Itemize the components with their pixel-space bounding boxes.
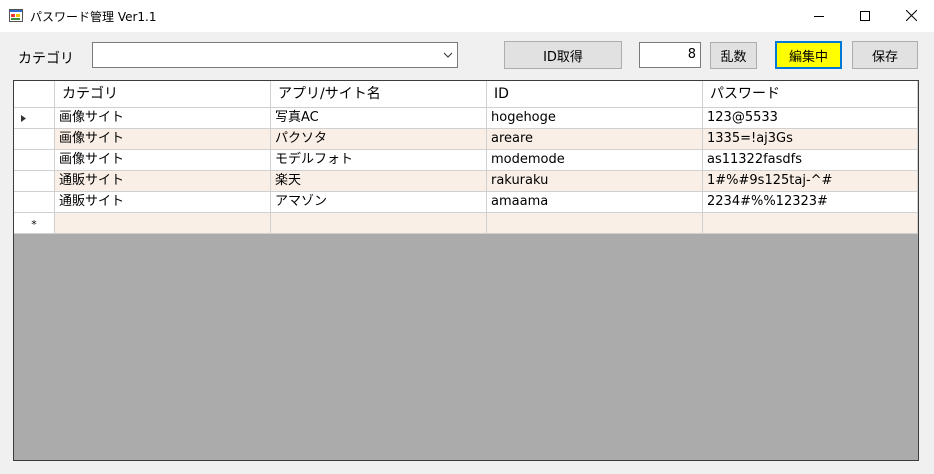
window-title: パスワード管理 Ver1.1 xyxy=(30,10,157,24)
cell-category[interactable]: 通販サイト xyxy=(55,171,271,192)
cell-password[interactable]: 1335=!aj3Gs xyxy=(703,129,918,150)
maximize-button[interactable] xyxy=(842,0,888,31)
row-header[interactable] xyxy=(14,171,55,192)
edit-mode-button[interactable]: 編集中 xyxy=(775,41,842,69)
close-button[interactable] xyxy=(888,0,934,31)
new-row[interactable]: * xyxy=(14,213,918,234)
save-button[interactable]: 保存 xyxy=(852,41,918,69)
minimize-icon xyxy=(814,15,824,17)
cell-id[interactable]: modemode xyxy=(487,150,703,171)
column-header-app-site[interactable]: アプリ/サイト名 xyxy=(271,81,487,108)
cell-app-site[interactable]: 写真AC xyxy=(271,108,487,129)
app-icon xyxy=(9,9,23,22)
cell-password[interactable]: as11322fasdfs xyxy=(703,150,918,171)
grid-corner-cell[interactable] xyxy=(14,81,55,108)
maximize-icon xyxy=(860,10,870,21)
cell-app-site[interactable]: 楽天 xyxy=(271,171,487,192)
cell-category[interactable]: 画像サイト xyxy=(55,129,271,150)
row-header[interactable] xyxy=(14,129,55,150)
column-header-id[interactable]: ID xyxy=(487,81,703,108)
table-row[interactable]: 画像サイト 写真AC hogehoge 123@5533 xyxy=(14,108,918,129)
cell-id[interactable]: areare xyxy=(487,129,703,150)
cell-category[interactable]: 画像サイト xyxy=(55,150,271,171)
minimize-button[interactable] xyxy=(796,0,842,31)
new-cell-id[interactable] xyxy=(487,213,703,234)
cell-id[interactable]: hogehoge xyxy=(487,108,703,129)
column-header-category[interactable]: カテゴリ xyxy=(55,81,271,108)
title-bar: パスワード管理 Ver1.1 xyxy=(0,0,934,32)
password-grid[interactable]: カテゴリ アプリ/サイト名 ID パスワード 画像サイト 写真AC hogeho… xyxy=(13,80,919,461)
table-row[interactable]: 画像サイト モデルフォト modemode as11322fasdfs xyxy=(14,150,918,171)
cell-category[interactable]: 画像サイト xyxy=(55,108,271,129)
table-row[interactable]: 通販サイト 楽天 rakuraku 1#%#9s125taj-^# xyxy=(14,171,918,192)
row-header[interactable] xyxy=(14,108,55,129)
cell-app-site[interactable]: パクソタ xyxy=(271,129,487,150)
cell-app-site[interactable]: モデルフォト xyxy=(271,150,487,171)
table-row[interactable]: 画像サイト パクソタ areare 1335=!aj3Gs xyxy=(14,129,918,150)
random-button[interactable]: 乱数 xyxy=(710,42,757,69)
cell-password[interactable]: 123@5533 xyxy=(703,108,918,129)
get-id-button[interactable]: ID取得 xyxy=(504,41,622,69)
new-cell-app-site[interactable] xyxy=(271,213,487,234)
chevron-down-icon xyxy=(443,52,453,58)
cell-category[interactable]: 通販サイト xyxy=(55,192,271,213)
row-header[interactable] xyxy=(14,192,55,213)
cell-password[interactable]: 2234#%%12323# xyxy=(703,192,918,213)
category-combobox[interactable] xyxy=(92,42,458,68)
column-header-password[interactable]: パスワード xyxy=(703,81,918,108)
row-header[interactable] xyxy=(14,150,55,171)
new-row-marker[interactable]: * xyxy=(14,213,55,234)
cell-id[interactable]: amaama xyxy=(487,192,703,213)
cell-app-site[interactable]: アマゾン xyxy=(271,192,487,213)
new-cell-category[interactable] xyxy=(55,213,271,234)
new-cell-password[interactable] xyxy=(703,213,918,234)
grid-header-row: カテゴリ アプリ/サイト名 ID パスワード xyxy=(14,81,918,108)
length-input[interactable]: 8 xyxy=(639,42,701,68)
cell-id[interactable]: rakuraku xyxy=(487,171,703,192)
app-window: パスワード管理 Ver1.1 カテゴリ ID取得 8 乱数 編集中 保存 カテゴ… xyxy=(0,0,934,474)
cell-password[interactable]: 1#%#9s125taj-^# xyxy=(703,171,918,192)
close-icon xyxy=(905,10,917,21)
category-label: カテゴリ xyxy=(18,51,74,67)
current-row-arrow-icon xyxy=(21,115,26,122)
table-row[interactable]: 通販サイト アマゾン amaama 2234#%%12323# xyxy=(14,192,918,213)
